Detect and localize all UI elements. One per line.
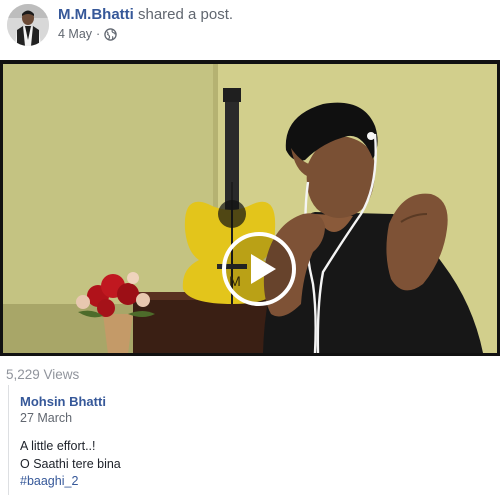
post-header: M.M.Bhatti shared a post. 4 May ·: [0, 0, 500, 56]
video-player[interactable]: M: [0, 60, 500, 356]
post-action-text: shared a post.: [138, 6, 234, 23]
play-button[interactable]: [222, 232, 296, 306]
post-date[interactable]: 4 May: [58, 27, 92, 41]
view-count: 5,229 Views: [6, 367, 80, 382]
shared-post-text-line: A little effort..!: [20, 439, 96, 453]
post-author-line: M.M.Bhatti shared a post.: [58, 6, 233, 23]
post-meta: 4 May ·: [58, 27, 117, 41]
play-icon: [251, 254, 276, 284]
post-author-name[interactable]: M.M.Bhatti: [58, 6, 134, 23]
shared-post-hashtag[interactable]: #baaghi_2: [20, 474, 78, 488]
shared-post: Mohsin Bhatti 27 March A little effort..…: [8, 385, 496, 495]
meta-separator: ·: [96, 27, 101, 41]
avatar[interactable]: [7, 4, 49, 46]
shared-post-date[interactable]: 27 March: [20, 411, 72, 425]
video-frame: M: [3, 64, 497, 353]
shared-post-author[interactable]: Mohsin Bhatti: [20, 394, 106, 409]
video-thumbnail: M: [3, 64, 497, 353]
avatar-image: [7, 4, 49, 46]
globe-icon[interactable]: [104, 27, 117, 41]
shared-post-text-line: O Saathi tere bina: [20, 457, 121, 471]
